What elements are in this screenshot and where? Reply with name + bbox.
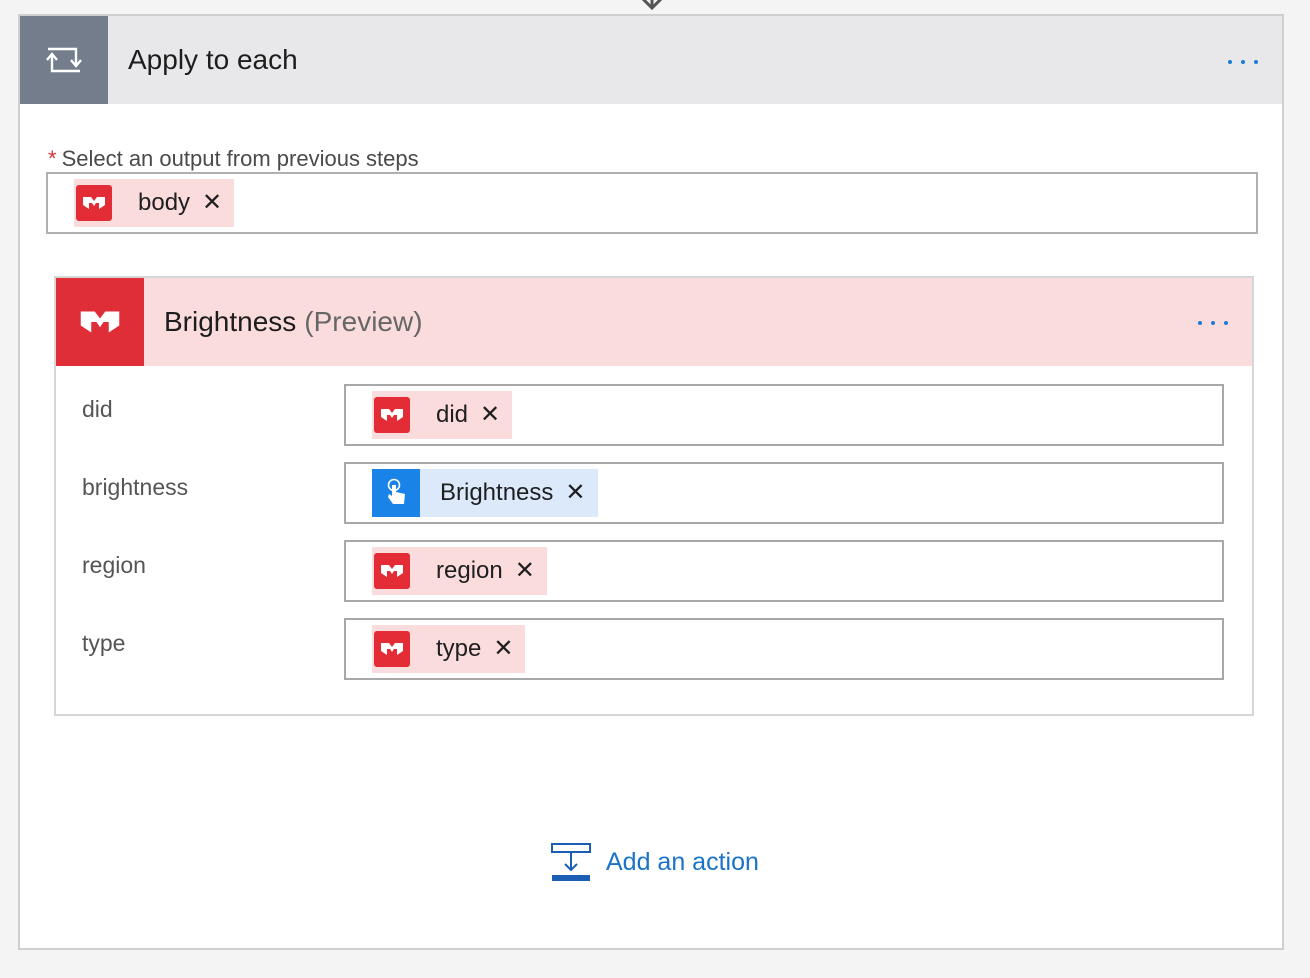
- region-token[interactable]: region ✕: [372, 547, 547, 595]
- loop-title[interactable]: Apply to each: [128, 44, 298, 76]
- remove-token-icon[interactable]: ✕: [493, 637, 513, 661]
- required-mark: *: [48, 146, 57, 171]
- output-field-label: * Select an output from previous steps: [48, 146, 419, 172]
- param-field-brightness[interactable]: Brightness ✕: [344, 462, 1224, 524]
- connector-arrow-icon: [641, 0, 663, 11]
- param-label-did: did: [82, 396, 113, 422]
- output-select-field[interactable]: body ✕: [46, 172, 1258, 234]
- add-step-icon: [551, 843, 591, 881]
- loop-menu-ellipsis-icon[interactable]: [1228, 60, 1258, 64]
- token-label: region: [436, 557, 503, 584]
- body-token[interactable]: body ✕: [74, 179, 235, 227]
- remove-token-icon[interactable]: ✕: [515, 559, 535, 583]
- action-title[interactable]: Brightness (Preview): [164, 306, 423, 338]
- remove-token-icon[interactable]: ✕: [202, 191, 222, 215]
- loop-icon: [20, 16, 108, 104]
- brightness-action-card: Brightness (Preview) did did ✕ brightnes…: [54, 276, 1254, 716]
- remove-token-icon[interactable]: ✕: [480, 403, 500, 427]
- did-token[interactable]: did ✕: [372, 391, 513, 439]
- connector-logo-icon: [56, 278, 144, 366]
- preview-badge: (Preview): [304, 306, 423, 337]
- param-label-type: type: [82, 630, 126, 656]
- token-label: type: [436, 635, 482, 662]
- param-field-did[interactable]: did ✕: [344, 384, 1224, 446]
- param-field-type[interactable]: type ✕: [344, 618, 1224, 680]
- connector-logo-icon: [372, 391, 412, 439]
- token-label: did: [436, 401, 469, 428]
- remove-token-icon[interactable]: ✕: [565, 481, 585, 505]
- connector-logo-icon: [74, 179, 114, 227]
- touch-trigger-icon: [372, 469, 420, 517]
- token-label: Brightness: [440, 479, 554, 506]
- token-label: body: [138, 189, 191, 216]
- action-title-text: Brightness: [164, 306, 297, 337]
- loop-header[interactable]: Apply to each: [20, 16, 1282, 104]
- type-token[interactable]: type ✕: [372, 625, 526, 673]
- action-menu-ellipsis-icon[interactable]: [1198, 321, 1228, 325]
- brightness-token[interactable]: Brightness ✕: [372, 469, 598, 517]
- apply-to-each-card: Apply to each * Select an output from pre…: [18, 14, 1284, 950]
- add-an-action-button[interactable]: Add an action: [550, 842, 759, 882]
- output-label-text: Select an output from previous steps: [61, 146, 419, 171]
- param-label-brightness: brightness: [82, 474, 189, 500]
- connector-logo-icon: [372, 625, 412, 673]
- connector-logo-icon: [372, 547, 412, 595]
- param-label-region: region: [82, 552, 146, 578]
- action-header[interactable]: Brightness (Preview): [56, 278, 1252, 366]
- add-action-label: Add an action: [606, 847, 759, 876]
- param-field-region[interactable]: region ✕: [344, 540, 1224, 602]
